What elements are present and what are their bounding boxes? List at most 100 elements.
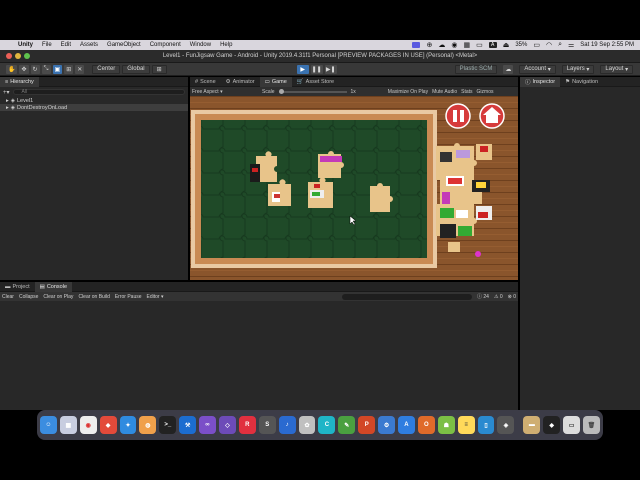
play-button[interactable]: ▶ bbox=[296, 64, 309, 74]
menu-assets[interactable]: Assets bbox=[80, 42, 98, 48]
hierarchy-item-level1[interactable]: ▸ ◈ Level1 bbox=[0, 97, 188, 104]
hierarchy-search-input[interactable]: All bbox=[12, 89, 185, 95]
create-plus-icon[interactable]: +▾ bbox=[3, 89, 10, 96]
console-search-input[interactable] bbox=[342, 293, 473, 300]
canva-icon[interactable]: C bbox=[318, 416, 336, 434]
stats-toggle[interactable]: Stats bbox=[461, 89, 472, 95]
expand-arrow-icon[interactable]: ▸ bbox=[6, 105, 9, 111]
trash-icon[interactable]: 🗑 bbox=[583, 416, 600, 434]
status-icon-e[interactable]: ▭ bbox=[476, 41, 483, 49]
sublime-icon[interactable]: S bbox=[258, 416, 276, 434]
app-store-icon[interactable]: A bbox=[398, 416, 415, 434]
tab-console[interactable]: ▤ Console bbox=[34, 281, 73, 292]
tab-project[interactable]: ▬ Project bbox=[0, 282, 35, 292]
menu-gameobject[interactable]: GameObject bbox=[107, 42, 141, 48]
mute-audio-toggle[interactable]: Mute Audio bbox=[432, 89, 457, 95]
editor-dropdown[interactable]: Editor ▾ bbox=[147, 294, 164, 300]
notes-icon[interactable]: ≡ bbox=[457, 416, 475, 434]
space-toggle[interactable]: Global bbox=[122, 64, 150, 74]
finder-icon[interactable]: ☺ bbox=[40, 416, 57, 434]
wifi-icon[interactable]: ◠ bbox=[546, 41, 552, 49]
warning-count[interactable]: ⚠ 0 bbox=[494, 294, 503, 300]
anydesk-icon[interactable]: ◆ bbox=[99, 416, 117, 434]
expand-arrow-icon[interactable]: ▸ bbox=[6, 98, 9, 104]
rect-tool-icon[interactable]: ▣ bbox=[52, 64, 63, 74]
safari-icon[interactable]: ✦ bbox=[119, 416, 137, 434]
maximize-on-play-toggle[interactable]: Maximize On Play bbox=[388, 89, 428, 95]
clock[interactable]: Sat 19 Sep 2:55 PM bbox=[580, 42, 634, 48]
error-pause-toggle[interactable]: Error Pause bbox=[115, 294, 142, 300]
cloud-icon[interactable]: ☁ bbox=[503, 64, 514, 74]
visual-studio-icon[interactable]: ∞ bbox=[199, 416, 217, 434]
tab-animator[interactable]: ⚙ Animator bbox=[221, 77, 260, 87]
status-icon-d[interactable]: ▦ bbox=[463, 41, 470, 49]
status-icon-c[interactable]: ◉ bbox=[451, 41, 457, 49]
launchpad-icon[interactable]: ▦ bbox=[59, 416, 77, 434]
custom-tool-icon[interactable]: ✕ bbox=[75, 64, 85, 74]
screenshot-icon[interactable]: ▭ bbox=[563, 416, 581, 434]
menu-file[interactable]: File bbox=[42, 42, 52, 48]
control-center-icon[interactable]: ⚌ bbox=[568, 41, 574, 49]
blender-icon[interactable]: ◍ bbox=[139, 416, 157, 434]
input-source-icon[interactable]: A bbox=[488, 42, 497, 48]
menu-app-name[interactable]: Unity bbox=[18, 42, 33, 48]
pages-icon[interactable]: ✎ bbox=[338, 416, 356, 434]
clear-button[interactable]: Clear bbox=[2, 294, 14, 300]
layers-dropdown[interactable]: Layers ▾ bbox=[561, 64, 595, 74]
hierarchy-item-dontdestroy[interactable]: ▸ ◈ DontDestroyOnLoad bbox=[0, 104, 188, 111]
unity-hub-icon[interactable]: ◈ bbox=[497, 416, 515, 434]
tab-asset-store[interactable]: 🛒 Asset Store bbox=[292, 77, 339, 87]
pivot-toggle[interactable]: Center bbox=[92, 64, 121, 74]
chrome-icon[interactable]: ◉ bbox=[79, 416, 97, 434]
status-icon-b[interactable]: ☁ bbox=[438, 41, 445, 49]
copilot-icon[interactable]: ⚙ bbox=[378, 416, 396, 434]
error-count[interactable]: ⊗ 0 bbox=[508, 294, 516, 300]
android-icon[interactable]: ☗ bbox=[437, 416, 455, 434]
plastic-scm-button[interactable]: Plastic SCM bbox=[454, 64, 498, 74]
office-icon[interactable]: O bbox=[417, 416, 435, 434]
rotate-tool-icon[interactable]: ↻ bbox=[30, 64, 40, 74]
tab-scene[interactable]: # Scene bbox=[190, 77, 221, 87]
layout-dropdown[interactable]: Layout ▾ bbox=[600, 64, 634, 74]
game-view[interactable] bbox=[190, 96, 518, 280]
scale-tool-icon[interactable]: ⤡ bbox=[41, 64, 51, 74]
simulator-icon[interactable]: ▯ bbox=[477, 416, 495, 434]
aspect-dropdown[interactable]: Free Aspect ▾ bbox=[192, 89, 258, 95]
tab-hierarchy[interactable]: ≡ Hierarchy bbox=[0, 76, 39, 87]
tab-game[interactable]: ▭ Game bbox=[259, 76, 292, 87]
status-icon-f[interactable]: ⏏ bbox=[503, 41, 510, 49]
status-icon-a[interactable]: ⊕ bbox=[426, 41, 432, 49]
pause-button[interactable]: ❚❚ bbox=[310, 64, 323, 74]
grid-snap-icon[interactable]: ⊞ bbox=[151, 64, 167, 74]
tab-inspector[interactable]: ⓘ Inspector bbox=[520, 76, 561, 87]
account-dropdown[interactable]: Account ▾ bbox=[519, 64, 556, 74]
menu-help[interactable]: Help bbox=[220, 42, 232, 48]
step-button[interactable]: ▶❚ bbox=[324, 64, 337, 74]
search-icon[interactable]: ⌕ bbox=[558, 41, 562, 49]
xcode-icon[interactable]: ⚒ bbox=[179, 416, 197, 434]
hand-tool-icon[interactable]: ✋ bbox=[6, 64, 18, 74]
folder-stack-icon[interactable]: ▬ bbox=[523, 416, 541, 434]
clear-on-build-toggle[interactable]: Clear on Build bbox=[78, 294, 109, 300]
log-count[interactable]: ⓘ 24 bbox=[477, 293, 489, 300]
menu-component[interactable]: Component bbox=[150, 42, 181, 48]
menu-window[interactable]: Window bbox=[190, 42, 211, 48]
unity-icon[interactable]: ◆ bbox=[543, 416, 561, 434]
scale-slider-handle[interactable] bbox=[278, 88, 284, 94]
tab-navigation[interactable]: ⚑ Navigation bbox=[560, 77, 603, 87]
mp3-app-icon[interactable]: ♪ bbox=[278, 416, 296, 434]
terminal-icon[interactable]: >_ bbox=[159, 416, 177, 434]
photos-icon[interactable]: ✿ bbox=[298, 416, 316, 434]
powerpoint-icon[interactable]: P bbox=[358, 416, 376, 434]
menu-edit[interactable]: Edit bbox=[61, 42, 71, 48]
screen-share-icon[interactable] bbox=[412, 42, 421, 48]
collapse-toggle[interactable]: Collapse bbox=[19, 294, 38, 300]
move-tool-icon[interactable]: ✥ bbox=[19, 64, 29, 74]
scale-slider[interactable] bbox=[278, 88, 347, 94]
vscode-icon[interactable]: ◇ bbox=[219, 416, 236, 434]
battery-icon[interactable]: ▭ bbox=[533, 41, 540, 49]
gizmos-dropdown[interactable]: Gizmos bbox=[477, 89, 494, 95]
rider-icon[interactable]: R bbox=[238, 416, 256, 434]
clear-on-play-toggle[interactable]: Clear on Play bbox=[43, 294, 73, 300]
transform-tool-icon[interactable]: ⊞ bbox=[64, 64, 74, 74]
